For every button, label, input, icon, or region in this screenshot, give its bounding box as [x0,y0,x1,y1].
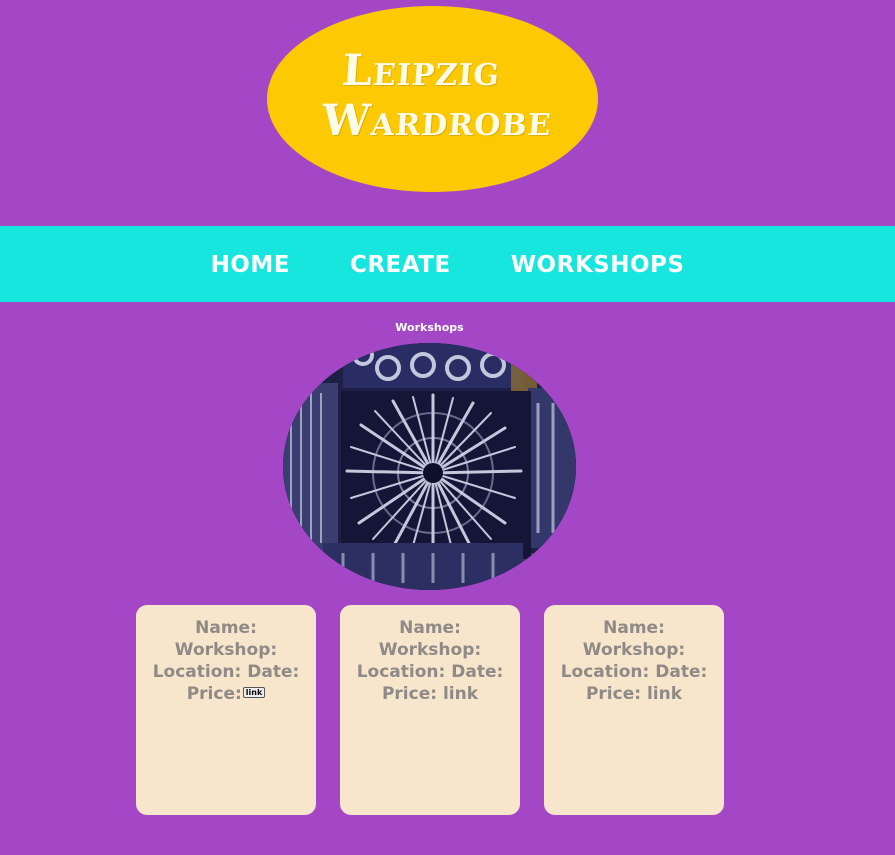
nav-home-link[interactable]: HOME [211,250,290,278]
card-workshop-label: Workshop: [582,640,686,660]
tie-dye-fabric-photo-icon [283,343,576,590]
main-navigation: HOME CREATE WORKSHOPS [0,226,895,302]
card-location-label: Location: [560,662,650,682]
card-link-button[interactable]: link [242,687,266,698]
workshop-card: Name: Workshop: Location: Date: Price: l… [340,605,520,815]
card-price-row: Price: link [146,683,306,705]
card-link[interactable]: link [647,684,682,704]
page-title: Workshops [395,321,464,334]
logo-line-2: Wardrobe [319,96,554,146]
card-location-date-row: Location: Date: [146,661,306,683]
card-date-label: Date: [655,662,708,682]
card-workshop-label: Workshop: [174,640,278,660]
card-date-label: Date: [451,662,504,682]
card-price-label: Price: [585,684,642,704]
nav-workshops-link[interactable]: WORKSHOPS [511,250,685,278]
card-price-label: Price: [381,684,438,704]
card-location-date-row: Location: Date: [554,661,714,683]
workshop-card: Name: Workshop: Location: Date: Price: li… [136,605,316,815]
card-location-label: Location: [152,662,242,682]
card-location-date-row: Location: Date: [350,661,510,683]
card-name-label: Name: [399,618,461,638]
card-name-label: Name: [603,618,665,638]
logo-line-1: Leipzig [340,46,503,96]
hero-tie-dye-image [283,343,576,590]
card-price-row: Price: link [554,683,714,705]
card-link[interactable]: link [443,684,478,704]
card-price-label: Price: [186,684,242,704]
site-logo: Leipzig Wardrobe [267,6,598,192]
card-date-label: Date: [247,662,300,682]
card-location-label: Location: [356,662,446,682]
card-name-label: Name: [195,618,257,638]
workshop-card: Name: Workshop: Location: Date: Price: l… [544,605,724,815]
workshop-cards: Name: Workshop: Location: Date: Price: li… [136,605,724,815]
card-price-row: Price: link [350,683,510,705]
nav-create-link[interactable]: CREATE [350,250,451,278]
card-workshop-label: Workshop: [378,640,482,660]
